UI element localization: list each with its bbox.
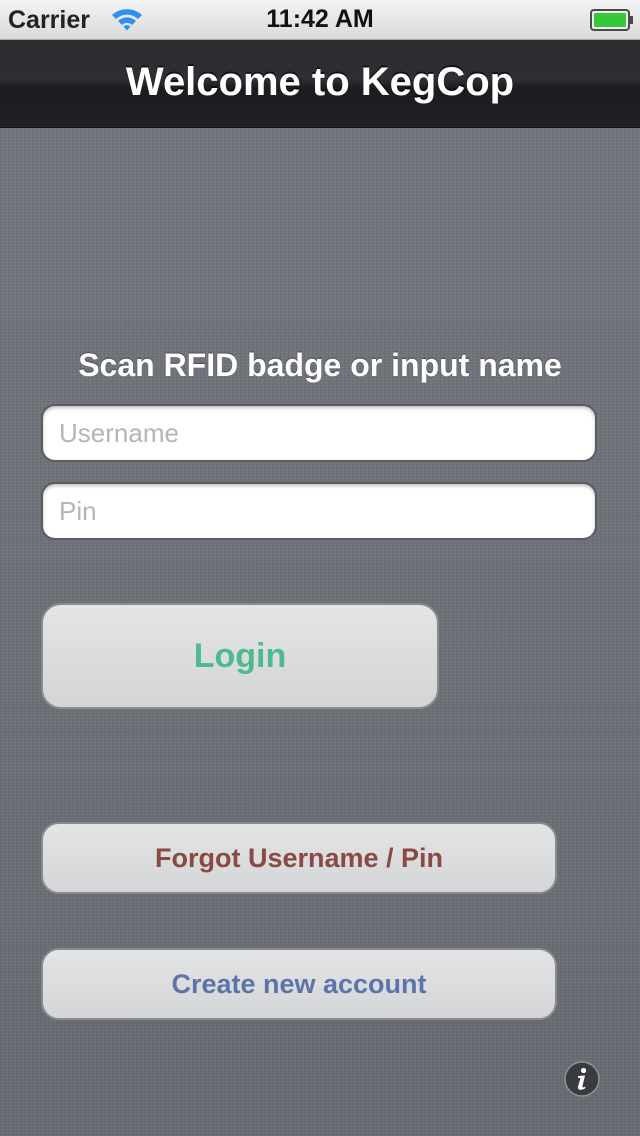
info-icon[interactable] [563,1060,601,1098]
username-input[interactable] [41,404,597,462]
create-account-button[interactable]: Create new account [41,948,557,1020]
page-title: Welcome to KegCop [125,60,515,104]
pin-input[interactable] [41,482,597,540]
status-bar: Carrier 11:42 AM [0,0,640,40]
login-button-label: Login [193,637,287,675]
login-button[interactable]: Login [41,603,439,709]
navigation-bar: Welcome to KegCop [0,40,640,128]
forgot-username-pin-button[interactable]: Forgot Username / Pin [41,822,557,894]
forgot-button-label: Forgot Username / Pin [154,843,444,873]
login-prompt: Scan RFID badge or input name [78,347,562,383]
create-account-button-label: Create new account [171,969,427,999]
status-time: 11:42 AM [266,5,374,33]
battery-icon [590,9,633,31]
